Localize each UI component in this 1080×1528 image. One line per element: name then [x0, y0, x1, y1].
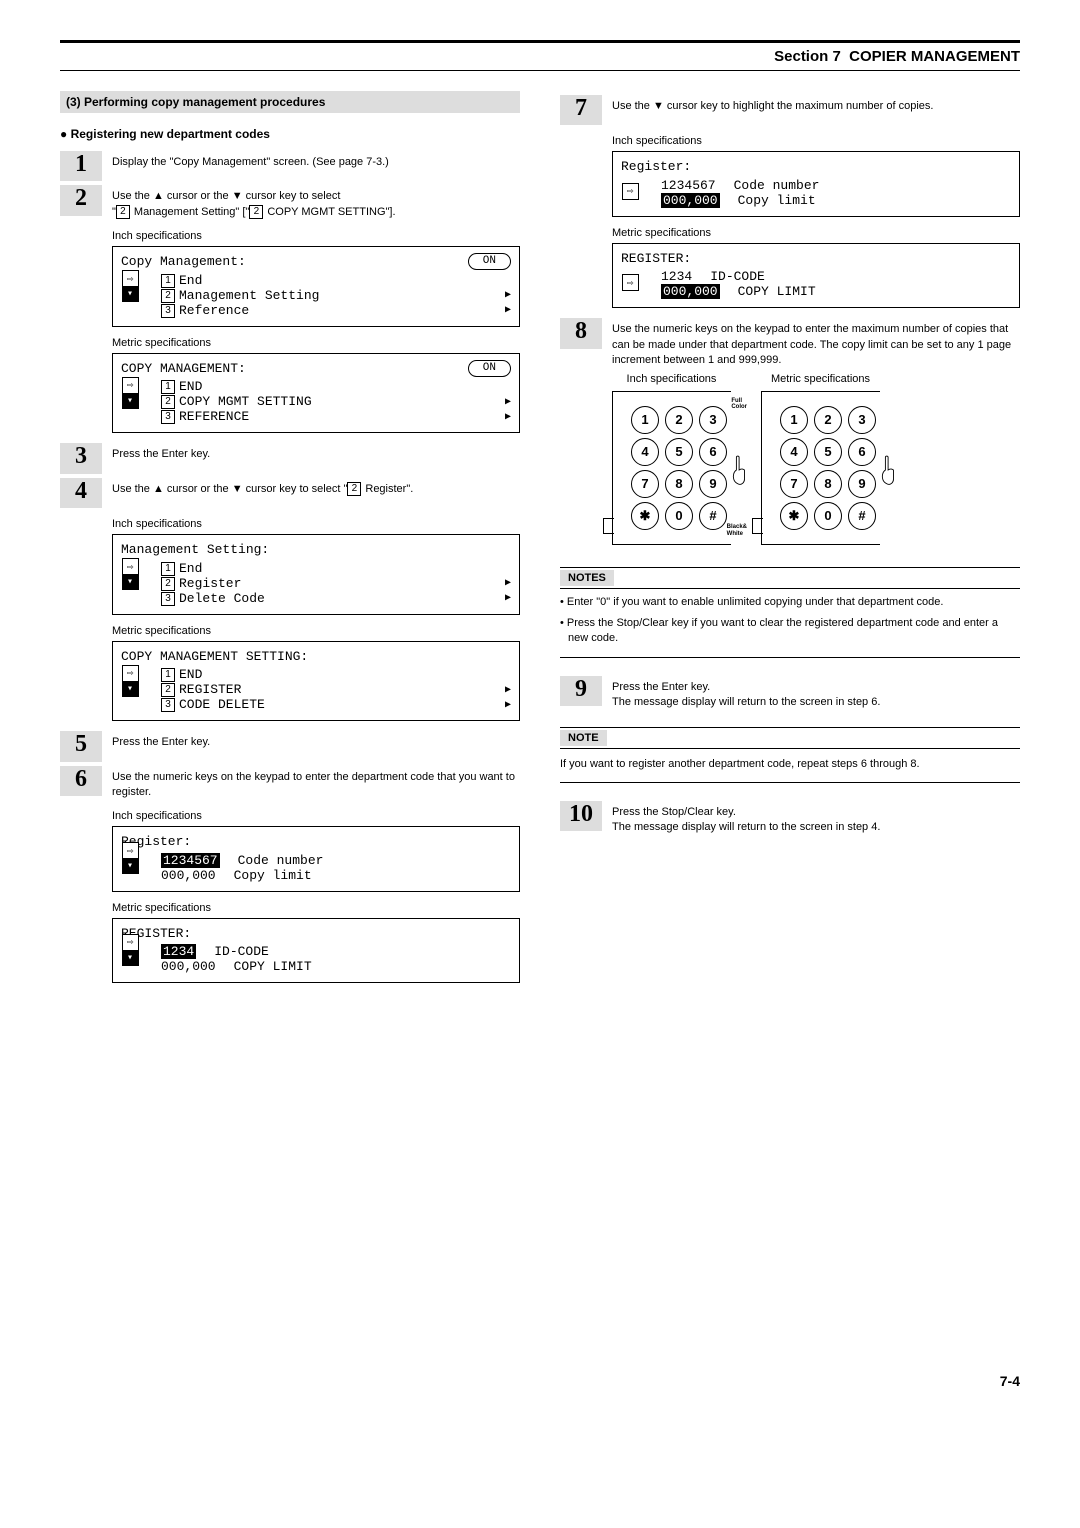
lcd-mgmt-setting-metric: COPY MANAGEMENT SETTING: ⇨▾ 1END 2REGIST… — [112, 641, 520, 722]
full-color-label: FullColor — [731, 398, 747, 411]
lcd-copy-mgmt-inch: Copy Management:ON ⇨▾ 1End 2Management S… — [112, 246, 520, 327]
page-number: 7-4 — [60, 1373, 1020, 1389]
section-title: COPIER MANAGEMENT — [849, 48, 1020, 65]
spec-inch: Inch specifications — [112, 230, 520, 242]
note-text: Enter "0" if you want to enable unlimite… — [560, 595, 1020, 610]
cursor-arrow-icon: ⇨▾ — [121, 664, 139, 698]
lcd-mgmt-setting-inch: Management Setting: ⇨▾ 1End 2Register▶ 3… — [112, 534, 520, 615]
notes-header: NOTES — [560, 567, 1020, 589]
step-number: 6 — [60, 766, 102, 796]
step-number: 3 — [60, 443, 102, 473]
lcd-step7-inch: Register: ⇨ 1234567Code number 000,000Co… — [612, 151, 1020, 217]
lcd-copy-mgmt-metric: COPY MANAGEMENT:ON ⇨▾ 1END 2COPY MGMT SE… — [112, 353, 520, 434]
lcd-step7-metric: REGISTER: ⇨ 1234ID-CODE 000,000COPY LIMI… — [612, 243, 1020, 309]
page-header: Section 7 COPIER MANAGEMENT — [60, 40, 1020, 71]
bw-label: Black&White — [727, 524, 747, 537]
cursor-arrow-icon: ⇨ — [621, 266, 639, 300]
step-7: 7 Use the ▼ cursor key to highlight the … — [560, 95, 1020, 125]
subhead: Registering new department codes — [60, 127, 520, 141]
cursor-arrow-icon: ⇨ — [621, 174, 639, 208]
finger-press-icon — [731, 452, 749, 491]
cursor-arrow-icon: ⇨▾ — [121, 557, 139, 591]
step-number: 7 — [560, 95, 602, 125]
step-number: 4 — [60, 478, 102, 508]
step-1: 1 Display the "Copy Management" screen. … — [60, 151, 520, 181]
lcd-register-metric: REGISTER: ⇨▾ 1234ID-CODE 000,000COPY LIM… — [112, 918, 520, 984]
spec-metric: Metric specifications — [112, 337, 520, 349]
cursor-arrow-icon: ⇨▾ — [121, 376, 139, 410]
subsection-bar: (3) Performing copy management procedure… — [60, 91, 520, 113]
step-number: 2 — [60, 185, 102, 215]
finger-press-icon — [880, 452, 898, 491]
step-4: 4 Use the ▲ cursor or the ▼ cursor key t… — [60, 478, 520, 508]
cursor-arrow-icon: ⇨▾ — [121, 933, 139, 967]
step-9: 9 Press the Enter key. The message displ… — [560, 676, 1020, 711]
step-3: 3 Press the Enter key. — [60, 443, 520, 473]
step-number: 10 — [560, 801, 602, 831]
step-number: 1 — [60, 151, 102, 181]
step-5: 5 Press the Enter key. — [60, 731, 520, 761]
keypad-illustration: Inch specifications 123 456 789 ✱0# Full… — [612, 373, 1020, 545]
lcd-register-inch: Register: ⇨▾ 1234567Code number 000,000C… — [112, 826, 520, 892]
keypad-inch: 123 456 789 ✱0# FullColor Black&White — [612, 391, 731, 545]
step-number: 5 — [60, 731, 102, 761]
note-text: If you want to register another departme… — [560, 757, 1020, 772]
keypad-metric: 123 456 789 ✱0# — [761, 391, 880, 545]
note-header: NOTE — [560, 727, 1020, 749]
cursor-arrow-icon: ⇨▾ — [121, 269, 139, 303]
note-text: Press the Stop/Clear key if you want to … — [560, 616, 1020, 647]
section-label: Section 7 — [774, 48, 841, 65]
step-10: 10 Press the Stop/Clear key. The message… — [560, 801, 1020, 836]
step-2: 2 Use the ▲ cursor or the ▼ cursor key t… — [60, 185, 520, 220]
step-number: 9 — [560, 676, 602, 706]
step-8: 8 Use the numeric keys on the keypad to … — [560, 318, 1020, 368]
cursor-arrow-icon: ⇨▾ — [121, 841, 139, 875]
step-number: 8 — [560, 318, 602, 348]
step-6: 6 Use the numeric keys on the keypad to … — [60, 766, 520, 801]
